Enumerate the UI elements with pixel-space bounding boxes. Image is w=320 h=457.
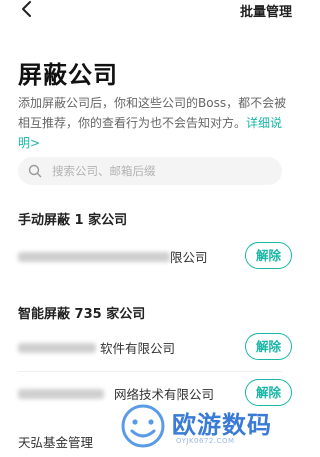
manual-block-section-title: 手动屏蔽 1 家公司 [18,213,128,228]
batch-manage-button[interactable]: 批量管理 [240,1,292,20]
company-name: 天弘基金管理 [18,435,94,450]
list-item: 限公司 解除 [0,234,300,280]
watermark-text: 欧游数码 [172,411,272,439]
unblock-button[interactable]: 解除 [245,242,292,269]
search-input[interactable]: 搜索公司、邮箱后缀 [18,157,282,185]
smart-block-section-title: 智能屏蔽 735 家公司 [18,307,146,322]
blurred-company-name [18,343,96,353]
blurred-company-name [18,389,104,399]
search-icon [28,164,42,178]
blurred-company-name [18,252,170,262]
company-name: 软件有限公司 [100,341,176,356]
watermark-subtext: OYJK0672.COM [176,437,235,445]
watermark-logo-icon [121,404,165,448]
watermark: 欧游数码 OYJK0672.COM [118,399,298,455]
back-arrow-icon[interactable] [20,0,34,18]
unblock-button[interactable]: 解除 [245,333,292,360]
page-title: 屏蔽公司 [18,61,118,89]
company-name: 限公司 [170,250,208,265]
page-description: 添加屏蔽公司后，你和这些公司的Boss，都不会被相互推荐，你的查看行为也不会告知… [18,93,290,153]
list-item: 软件有限公司 解除 [0,325,300,371]
search-placeholder: 搜索公司、邮箱后缀 [52,164,156,178]
top-bar: 批量管理 [0,0,300,20]
